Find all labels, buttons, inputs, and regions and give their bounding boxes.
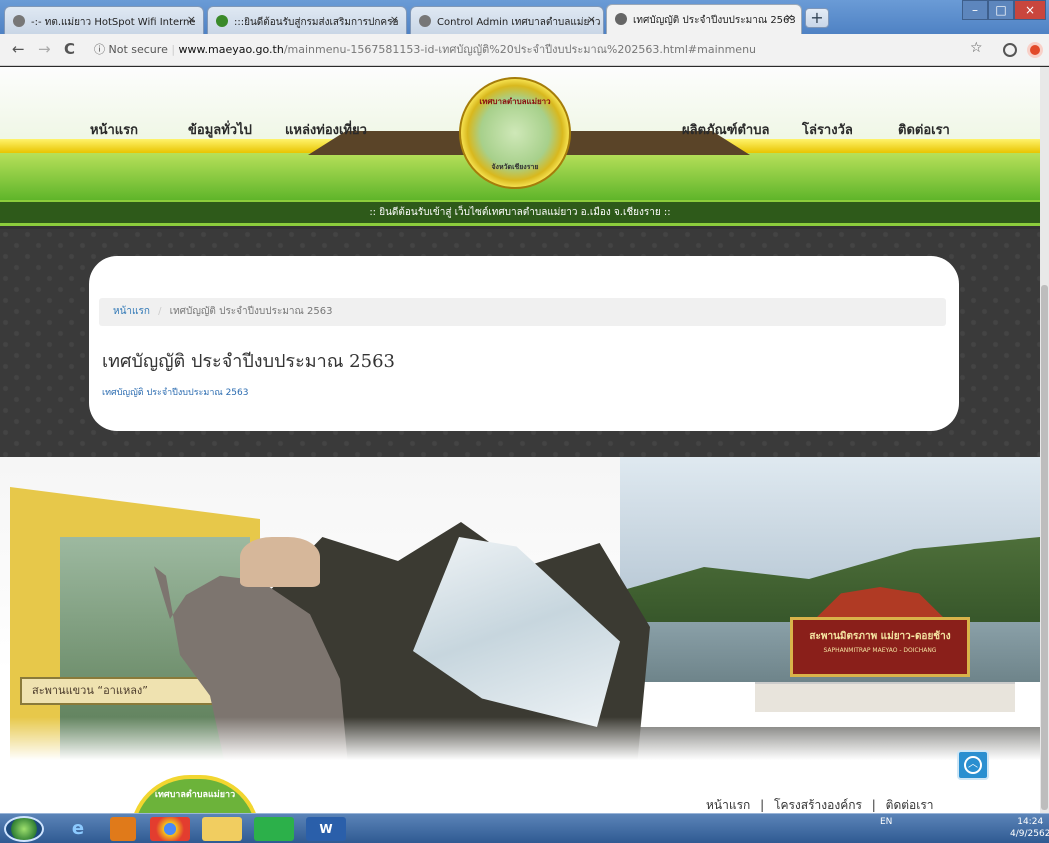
globe-icon — [615, 13, 627, 25]
minimize-button[interactable]: – — [962, 0, 988, 20]
new-tab-button[interactable]: + — [805, 8, 829, 28]
forward-button[interactable]: → — [38, 40, 51, 58]
riders-image — [240, 537, 320, 587]
folder-icon[interactable] — [202, 817, 242, 841]
breadcrumb-current: เทศบัญญัติ ประจำปีงบประมาณ 2563 — [169, 306, 333, 317]
document-link[interactable]: เทศบัญญัติ ประจำปีงบประมาณ 2563 — [102, 385, 249, 399]
sign-text-thai: สะพานมิตรภาพ แม่ยาว-ดอยช้าง — [809, 631, 951, 642]
language-indicator[interactable]: EN — [880, 817, 892, 827]
maximize-button[interactable]: □ — [988, 0, 1014, 20]
footer-link-contact[interactable]: ติดต่อเรา — [886, 798, 934, 812]
seal-bottom-text: จังหวัดเชียงราย — [491, 163, 539, 171]
url-host: www.maeyao.go.th — [178, 43, 284, 56]
footer-seal-badge-text: เทศบาลตำบลแม่ยาว — [154, 790, 236, 800]
footer-nav: หน้าแรก | โครงสร้างองค์กร | ติดต่อเรา — [703, 796, 937, 813]
close-window-button[interactable]: × — [1014, 0, 1046, 20]
tab-title: :::ยินดีต้อนรับสู่กรมส่งเสริมการปกครอ — [234, 17, 399, 28]
media-player-icon[interactable] — [110, 817, 136, 841]
bookmark-star-icon[interactable]: ☆ — [970, 40, 983, 56]
nav-attractions[interactable]: แหล่งท่องเที่ยว — [285, 119, 367, 140]
reload-button[interactable]: C — [64, 40, 75, 58]
tab-title: Control Admin เทศบาลตำบลแม่ยาว — [437, 17, 601, 28]
seal-top-text: เทศบาลตำบลแม่ยาว — [479, 97, 551, 106]
scrollbar-thumb[interactable] — [1041, 285, 1048, 810]
url-path: /mainmenu-1567581153-id-เทศบัญญัติ%20ประ… — [283, 43, 757, 56]
friendship-bridge-sign: สะพานมิตรภาพ แม่ยาว-ดอยช้าง SAPHANMITRAP… — [790, 617, 970, 677]
friendship-bridge-wall — [755, 682, 1015, 712]
chevron-up-icon: ︿ — [964, 756, 982, 774]
nav-home[interactable]: หน้าแรก — [90, 119, 138, 140]
clock[interactable]: 14:24 4/9/2562 — [1010, 816, 1049, 840]
clock-date: 4/9/2562 — [1010, 829, 1049, 839]
system-tray[interactable]: EN — [880, 817, 892, 827]
browser-window: -:- ทต.แม่ยาว HotSpot Wifi Interne × :::… — [0, 0, 1049, 843]
tab-title: -:- ทต.แม่ยาว HotSpot Wifi Interne — [31, 17, 196, 28]
footer-separator: | — [760, 798, 765, 812]
address-bar[interactable]: ⓘ Not secure | www.maeyao.go.th/mainmenu… — [94, 38, 954, 62]
start-button[interactable] — [4, 816, 44, 842]
nav-awards[interactable]: โล่รางวัล — [802, 119, 853, 140]
footer-link-structure[interactable]: โครงสร้างองค์กร — [774, 798, 862, 812]
welcome-marquee: :: ยินดีต้อนรับเข้าสู่ เว็บไซต์เทศบาลตำบ… — [0, 200, 1040, 226]
breadcrumb: หน้าแรก / เทศบัญญัติ ประจำปีงบประมาณ 256… — [99, 298, 946, 326]
footer-link-home[interactable]: หน้าแรก — [706, 798, 750, 812]
globe-icon — [419, 15, 431, 27]
globe-icon — [13, 15, 25, 27]
opera-extension-icon[interactable] — [1027, 42, 1043, 58]
content-card — [89, 256, 959, 431]
nav-products[interactable]: ผลิตภัณฑ์ตำบล — [682, 119, 769, 140]
line-icon[interactable] — [254, 817, 294, 841]
account-icon[interactable] — [1003, 43, 1017, 57]
toolbar: ← → C ⓘ Not secure | www.maeyao.go.th/ma… — [0, 34, 1049, 66]
municipality-seal-logo[interactable]: เทศบาลตำบลแม่ยาว จังหวัดเชียงราย — [459, 77, 571, 189]
tab-active[interactable]: เทศบัญญัติ ประจำปีงบประมาณ 2563 × — [606, 4, 802, 34]
tab-close-icon[interactable]: × — [785, 11, 794, 24]
dopa-icon — [216, 15, 228, 27]
tab-strip: -:- ทต.แม่ยาว HotSpot Wifi Interne × :::… — [0, 0, 1049, 34]
windows-taskbar: e W EN 14:24 4/9/2562 — [0, 813, 1049, 843]
scroll-to-top-button[interactable]: ︿ — [957, 750, 989, 780]
tab-dopa[interactable]: :::ยินดีต้อนรับสู่กรมส่งเสริมการปกครอ × — [207, 6, 407, 34]
nav-contact[interactable]: ติดต่อเรา — [898, 119, 950, 140]
tab-control-admin[interactable]: Control Admin เทศบาลตำบลแม่ยาว × — [410, 6, 604, 34]
tab-close-icon[interactable]: × — [187, 13, 196, 26]
back-button[interactable]: ← — [12, 40, 25, 58]
page-title: เทศบัญญัติ ประจำปีงบประมาณ 2563 — [102, 351, 395, 372]
tab-close-icon[interactable]: × — [390, 13, 399, 26]
sign-text-latin: SAPHANMITRAP MAEYAO - DOICHANG — [823, 647, 937, 654]
breadcrumb-separator: / — [158, 306, 162, 317]
security-indicator[interactable]: ⓘ Not secure — [94, 43, 168, 56]
chrome-icon[interactable] — [150, 817, 190, 841]
clock-time: 14:24 — [1017, 817, 1044, 827]
tab-title: เทศบัญญัติ ประจำปีงบประมาณ 2563 — [633, 15, 796, 26]
word-icon[interactable]: W — [306, 817, 346, 841]
ie-icon[interactable]: e — [58, 817, 98, 841]
web-page: หน้าแรก ข้อมูลทั่วไป แหล่งท่องเที่ยว ผลิ… — [0, 67, 1040, 813]
tab-hotspot[interactable]: -:- ทต.แม่ยาว HotSpot Wifi Interne × — [4, 6, 204, 34]
breadcrumb-home[interactable]: หน้าแรก — [113, 306, 150, 317]
footer-separator: | — [871, 798, 876, 812]
tab-close-icon[interactable]: × — [587, 13, 596, 26]
nav-general-info[interactable]: ข้อมูลทั่วไป — [188, 119, 252, 140]
